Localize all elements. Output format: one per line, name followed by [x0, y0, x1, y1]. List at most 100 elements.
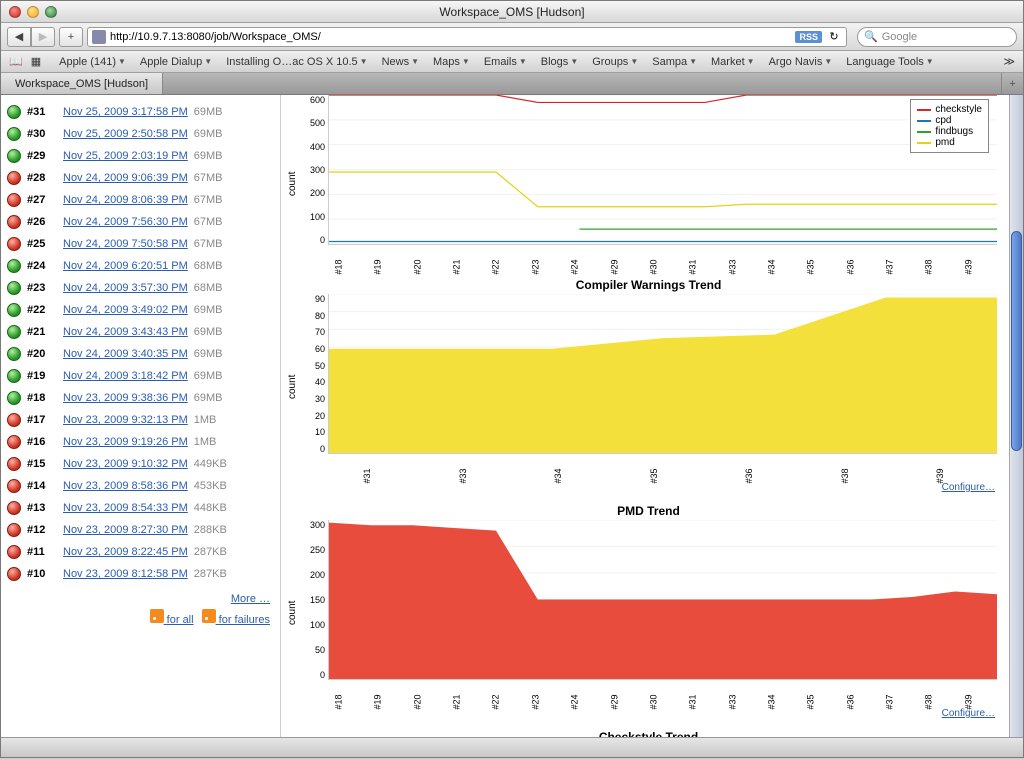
build-row: #20Nov 24, 2009 3:40:35 PM69MB — [7, 343, 280, 365]
build-row: #28Nov 24, 2009 9:06:39 PM67MB — [7, 167, 280, 189]
rss-for-failures-link[interactable]: for failures — [219, 614, 270, 626]
build-row: #29Nov 25, 2009 2:03:19 PM69MB — [7, 145, 280, 167]
bookmarks-menu-icon[interactable]: 📖 — [9, 55, 23, 68]
build-status-icon — [7, 435, 21, 449]
add-bookmark-button[interactable]: + — [59, 27, 83, 47]
build-link[interactable]: Nov 23, 2009 9:38:36 PM — [63, 392, 188, 404]
build-link[interactable]: Nov 23, 2009 9:32:13 PM — [63, 414, 188, 426]
y-axis-label: count — [285, 95, 300, 273]
search-input[interactable]: 🔍 Google — [857, 27, 1017, 47]
more-link[interactable]: More … — [7, 585, 280, 607]
build-row: #15 Nov 23, 2009 9:10:32 PM 449KB — [7, 453, 280, 475]
build-row: #12 Nov 23, 2009 8:27:30 PM 288KB — [7, 519, 280, 541]
build-size: 67MB — [194, 194, 223, 206]
browser-toolbar: ◀ ▶ + http://10.9.7.13:8080/job/Workspac… — [1, 23, 1023, 51]
window-title: Workspace_OMS [Hudson] — [1, 5, 1023, 19]
rss-for-all-link[interactable]: for all — [167, 614, 194, 626]
bookmark-item[interactable]: Language Tools ▼ — [840, 54, 939, 70]
overflow-icon[interactable]: ≫ — [1003, 55, 1015, 68]
build-size: 1MB — [194, 414, 217, 426]
vertical-scrollbar[interactable] — [1009, 95, 1023, 737]
build-status-icon — [7, 479, 21, 493]
build-status-icon — [7, 501, 21, 515]
build-number: #21 — [27, 326, 57, 338]
build-link[interactable]: Nov 23, 2009 9:19:26 PM — [63, 436, 188, 448]
reload-button[interactable]: ↻ — [826, 30, 842, 43]
bookmark-item[interactable]: Blogs ▼ — [535, 54, 584, 70]
forward-button[interactable]: ▶ — [31, 27, 55, 47]
bookmark-item[interactable]: News ▼ — [376, 54, 425, 70]
build-link[interactable]: Nov 24, 2009 3:49:02 PM — [63, 304, 188, 316]
build-size: 69MB — [194, 128, 223, 140]
build-number: #10 — [27, 568, 57, 580]
url-text: http://10.9.7.13:8080/job/Workspace_OMS/ — [110, 31, 321, 43]
build-size: 288KB — [194, 524, 227, 536]
build-number: #14 — [27, 480, 57, 492]
build-link[interactable]: Nov 24, 2009 3:43:43 PM — [63, 326, 188, 338]
bookmark-item[interactable]: Maps ▼ — [427, 54, 476, 70]
build-number: #15 — [27, 458, 57, 470]
build-link[interactable]: Nov 23, 2009 8:54:33 PM — [63, 502, 188, 514]
build-link[interactable]: Nov 24, 2009 3:18:42 PM — [63, 370, 188, 382]
bookmark-item[interactable]: Sampa ▼ — [646, 54, 703, 70]
build-link[interactable]: Nov 25, 2009 2:50:58 PM — [63, 128, 188, 140]
bookmark-item[interactable]: Market ▼ — [705, 54, 761, 70]
build-link[interactable]: Nov 23, 2009 8:27:30 PM — [63, 524, 188, 536]
build-status-icon — [7, 281, 21, 295]
build-link[interactable]: Nov 24, 2009 8:06:39 PM — [63, 194, 188, 206]
build-status-icon — [7, 303, 21, 317]
build-status-icon — [7, 105, 21, 119]
y-axis-label: count — [285, 275, 300, 499]
build-link[interactable]: Nov 23, 2009 8:22:45 PM — [63, 546, 188, 558]
build-row: #11Nov 23, 2009 8:22:45 PM287KB — [7, 541, 280, 563]
bookmark-item[interactable]: Argo Navis ▼ — [763, 54, 839, 70]
build-link[interactable]: Nov 25, 2009 2:03:19 PM — [63, 150, 188, 162]
grid-icon[interactable]: ▦ — [31, 55, 41, 68]
build-link[interactable]: Nov 23, 2009 9:10:32 PM — [63, 458, 188, 470]
build-number: #29 — [27, 150, 57, 162]
build-link[interactable]: Nov 24, 2009 3:40:35 PM — [63, 348, 188, 360]
build-link[interactable]: Nov 25, 2009 3:17:58 PM — [63, 106, 188, 118]
build-size: 67MB — [194, 172, 223, 184]
address-bar[interactable]: http://10.9.7.13:8080/job/Workspace_OMS/… — [87, 27, 847, 47]
build-status-icon — [7, 325, 21, 339]
build-link[interactable]: Nov 24, 2009 9:06:39 PM — [63, 172, 188, 184]
build-number: #11 — [27, 546, 57, 558]
build-row: #19Nov 24, 2009 3:18:42 PM69MB — [7, 365, 280, 387]
bookmark-item[interactable]: Apple Dialup ▼ — [134, 54, 218, 70]
build-status-icon — [7, 127, 21, 141]
favicon-icon — [92, 30, 106, 44]
x-ticks: #18#19#20#21#22#23#24#29#30#31#33#34#35#… — [300, 680, 997, 708]
build-size: 67MB — [194, 238, 223, 250]
build-link[interactable]: Nov 23, 2009 8:12:58 PM — [63, 568, 188, 580]
bookmark-item[interactable]: Apple (141) ▼ — [53, 54, 132, 70]
build-status-icon — [7, 259, 21, 273]
bookmark-item[interactable]: Emails ▼ — [478, 54, 533, 70]
build-status-icon — [7, 523, 21, 537]
build-link[interactable]: Nov 24, 2009 3:57:30 PM — [63, 282, 188, 294]
tab-workspace-oms[interactable]: Workspace_OMS [Hudson] — [1, 73, 163, 94]
bookmark-item[interactable]: Groups ▼ — [586, 54, 644, 70]
titlebar: Workspace_OMS [Hudson] — [1, 1, 1023, 23]
build-link[interactable]: Nov 24, 2009 7:56:30 PM — [63, 216, 188, 228]
y-axis-label: count — [285, 501, 300, 725]
bookmark-item[interactable]: Installing O…ac OS X 10.5 ▼ — [220, 54, 373, 70]
build-link[interactable]: Nov 24, 2009 7:50:58 PM — [63, 238, 188, 250]
build-number: #23 — [27, 282, 57, 294]
build-size: 69MB — [194, 370, 223, 382]
build-link[interactable]: Nov 23, 2009 8:58:36 PM — [63, 480, 188, 492]
build-number: #17 — [27, 414, 57, 426]
chart-canvas: checkstylecpdfindbugspmd — [328, 95, 997, 245]
y-ticks: 9080706050403020100 — [300, 294, 328, 454]
chart: countPMD Trend300250200150100500#18#19#2… — [285, 501, 997, 725]
build-number: #27 — [27, 194, 57, 206]
new-tab-button[interactable]: + — [1001, 73, 1023, 94]
rss-badge[interactable]: RSS — [795, 31, 822, 43]
build-row: #21Nov 24, 2009 3:43:43 PM69MB — [7, 321, 280, 343]
build-number: #12 — [27, 524, 57, 536]
build-size: 67MB — [194, 216, 223, 228]
build-link[interactable]: Nov 24, 2009 6:20:51 PM — [63, 260, 188, 272]
build-size: 449KB — [194, 458, 227, 470]
y-ticks: 6005004003002001000 — [300, 95, 328, 245]
back-button[interactable]: ◀ — [7, 27, 31, 47]
